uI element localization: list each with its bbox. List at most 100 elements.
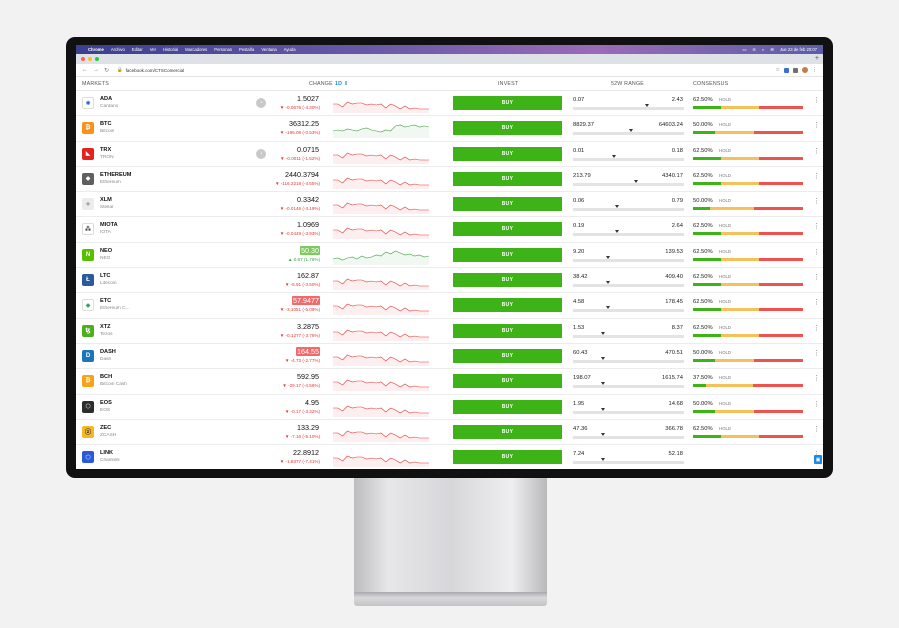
buy-button[interactable]: BUY	[453, 323, 562, 338]
price-alert-icon[interactable]: ◔	[256, 98, 266, 108]
market-row[interactable]: D DASH Dash 164.55 ▼ -4.73 (-2.77%) BUY …	[76, 344, 823, 370]
menu-item[interactable]: Ventana	[261, 47, 276, 52]
reload-icon[interactable]: ↻	[104, 67, 109, 74]
back-icon[interactable]: ←	[82, 67, 88, 73]
buy-button[interactable]: BUY	[453, 222, 562, 237]
maximize-window-button[interactable]	[95, 57, 99, 61]
header-consensus[interactable]: CONSENSUS	[693, 81, 728, 87]
buy-button[interactable]: BUY	[453, 197, 562, 212]
buy-button[interactable]: BUY	[453, 247, 562, 262]
buy-button[interactable]: BUY	[453, 171, 562, 186]
new-tab-button[interactable]: +	[815, 54, 819, 64]
coin-symbol[interactable]: MIOTA	[100, 222, 118, 228]
buy-button[interactable]: BUY	[453, 348, 562, 363]
market-row[interactable]: N NEO NEO 50.30 ▲ 0.87 (1.76%) BUY 9.20 …	[76, 243, 823, 269]
coin-symbol[interactable]: EOS	[100, 400, 112, 406]
sparkline-chart[interactable]	[333, 347, 429, 366]
market-row[interactable]: ⬡ LINK Chainlink 22.8912 ▼ -1.8377 (-7.4…	[76, 445, 823, 469]
sparkline-chart[interactable]	[333, 271, 429, 291]
row-more-icon[interactable]: ⋮	[813, 148, 820, 155]
row-more-icon[interactable]: ⋮	[813, 97, 820, 104]
row-more-icon[interactable]: ⋮	[813, 325, 820, 332]
sparkline-chart[interactable]	[333, 94, 429, 113]
header-range[interactable]: 52W RANGE	[611, 81, 644, 87]
close-window-button[interactable]	[81, 57, 85, 61]
coin-symbol[interactable]: TRX	[100, 147, 111, 153]
coin-symbol[interactable]: LINK	[100, 450, 113, 456]
coin-symbol[interactable]: XTZ	[100, 324, 111, 330]
address-bar[interactable]: 🔒 facebook.com/CTSComercial	[114, 66, 775, 74]
market-row[interactable]: ꜩ XTZ Tezos 3.2875 ▼ -0.1277 (-3.76%) BU…	[76, 319, 823, 344]
menu-item[interactable]: Ayuda	[284, 47, 296, 52]
sparkline-chart[interactable]	[333, 322, 429, 341]
menu-item[interactable]: Archivo	[111, 47, 125, 52]
sparkline-chart[interactable]	[333, 246, 429, 265]
price-alert-icon[interactable]: ◔	[256, 148, 266, 159]
row-more-icon[interactable]: ⋮	[813, 401, 820, 408]
menu-item[interactable]: Personas	[214, 47, 232, 52]
coin-symbol[interactable]: ETHEREUM	[100, 172, 131, 178]
sparkline-chart[interactable]	[333, 372, 429, 392]
header-change[interactable]: CHANGE	[309, 81, 333, 87]
sparkline-chart[interactable]	[333, 220, 429, 240]
buy-button[interactable]: BUY	[453, 399, 562, 414]
row-more-icon[interactable]: ⋮	[813, 299, 820, 306]
sparkline-chart[interactable]	[333, 145, 429, 164]
coin-symbol[interactable]: NEO	[100, 248, 112, 254]
coin-symbol[interactable]: BTC	[100, 121, 112, 127]
coin-symbol[interactable]: DASH	[100, 349, 116, 355]
buy-button[interactable]: BUY	[453, 146, 562, 161]
coin-symbol[interactable]: ETC	[100, 298, 111, 304]
buy-button[interactable]: BUY	[453, 121, 562, 136]
extension-icon[interactable]	[784, 67, 789, 73]
buy-button[interactable]: BUY	[453, 273, 562, 288]
coin-symbol[interactable]: ADA	[100, 96, 112, 102]
control-center-icon[interactable]: ☰	[770, 47, 774, 52]
buy-button[interactable]: BUY	[453, 96, 562, 110]
wifi-icon[interactable]: ≋	[752, 47, 756, 52]
market-row[interactable]: ⬡ EOS EOS 4.95 ▼ -0.17 (-3.32%) BUY 1.95…	[76, 395, 823, 420]
coin-symbol[interactable]: BCH	[100, 374, 112, 380]
market-row[interactable]: ◆ ETHEREUM Ethereum 2440.3794 ▼ -116.221…	[76, 167, 823, 193]
forward-icon[interactable]: →	[93, 67, 99, 73]
menu-item[interactable]: Ver	[150, 47, 156, 52]
market-row[interactable]: Ł LTC Litecoin 162.87 ▼ -5.91 (-3.50%) B…	[76, 268, 823, 294]
market-row[interactable]: ₿ BCH Bitcoin Cash 592.95 ▼ -29.17 (-4.5…	[76, 369, 823, 395]
row-more-icon[interactable]: ⋮	[813, 249, 820, 256]
period-selector[interactable]: 1D ⇕	[335, 81, 348, 87]
row-more-icon[interactable]: ⋮	[813, 223, 820, 230]
menu-item[interactable]: Pestaña	[239, 47, 254, 52]
row-more-icon[interactable]: ⋮	[813, 198, 820, 205]
row-more-icon[interactable]: ⋮	[813, 173, 820, 180]
buy-button[interactable]: BUY	[453, 298, 562, 313]
sparkline-chart[interactable]	[333, 119, 429, 139]
row-more-icon[interactable]: ⋮	[813, 426, 820, 433]
menubar-clock[interactable]: Jue 23 de feb 20:07	[780, 47, 817, 52]
help-widget-icon[interactable]: ▣	[814, 455, 822, 464]
sparkline-chart[interactable]	[333, 398, 429, 417]
market-row[interactable]: ✺ ADA Cardano ◔ 1.5027 ▼ -0.0676 (-4.30%)…	[76, 91, 823, 117]
buy-button[interactable]: BUY	[453, 374, 562, 389]
sparkline-chart[interactable]	[333, 195, 429, 215]
sparkline-chart[interactable]	[333, 170, 429, 189]
row-more-icon[interactable]: ⋮	[813, 350, 820, 357]
menu-item[interactable]: Marcadores	[185, 47, 207, 52]
sparkline-chart[interactable]	[333, 448, 429, 468]
market-row[interactable]: ✧ XLM Stellar 0.3342 ▼ -0.0146 (-4.19%) …	[76, 192, 823, 218]
header-markets[interactable]: MARKETS	[82, 81, 109, 87]
row-more-icon[interactable]: ⋮	[813, 274, 820, 281]
market-row[interactable]: ◣ TRX TRON ◔ 0.0715 ▼ -0.0011 (-1.52%) BU…	[76, 142, 823, 167]
market-row[interactable]: ⓩ ZEC ZCASH 133.29 ▼ -7.16 (-5.10%) BUY …	[76, 420, 823, 446]
profile-avatar[interactable]	[802, 67, 808, 73]
browser-menu-icon[interactable]: ⋮	[812, 67, 817, 73]
row-more-icon[interactable]: ⋮	[813, 122, 820, 129]
address-url[interactable]: facebook.com/CTSComercial	[126, 68, 185, 73]
coin-symbol[interactable]: XLM	[100, 197, 112, 203]
menu-item[interactable]: Historial	[163, 47, 178, 52]
bookmark-star-icon[interactable]: ☆	[776, 67, 780, 73]
market-row[interactable]: ◆ ETC Ethereum C... 57.9477 ▼ -3.1051 (-…	[76, 293, 823, 319]
sparkline-chart[interactable]	[333, 423, 429, 442]
menu-item[interactable]: Editar	[132, 47, 143, 52]
search-icon[interactable]: ⌕	[762, 47, 764, 52]
market-row[interactable]: ₿ BTC Bitcoin 36312.25 ▼ -195.08 (-0.53%…	[76, 116, 823, 142]
